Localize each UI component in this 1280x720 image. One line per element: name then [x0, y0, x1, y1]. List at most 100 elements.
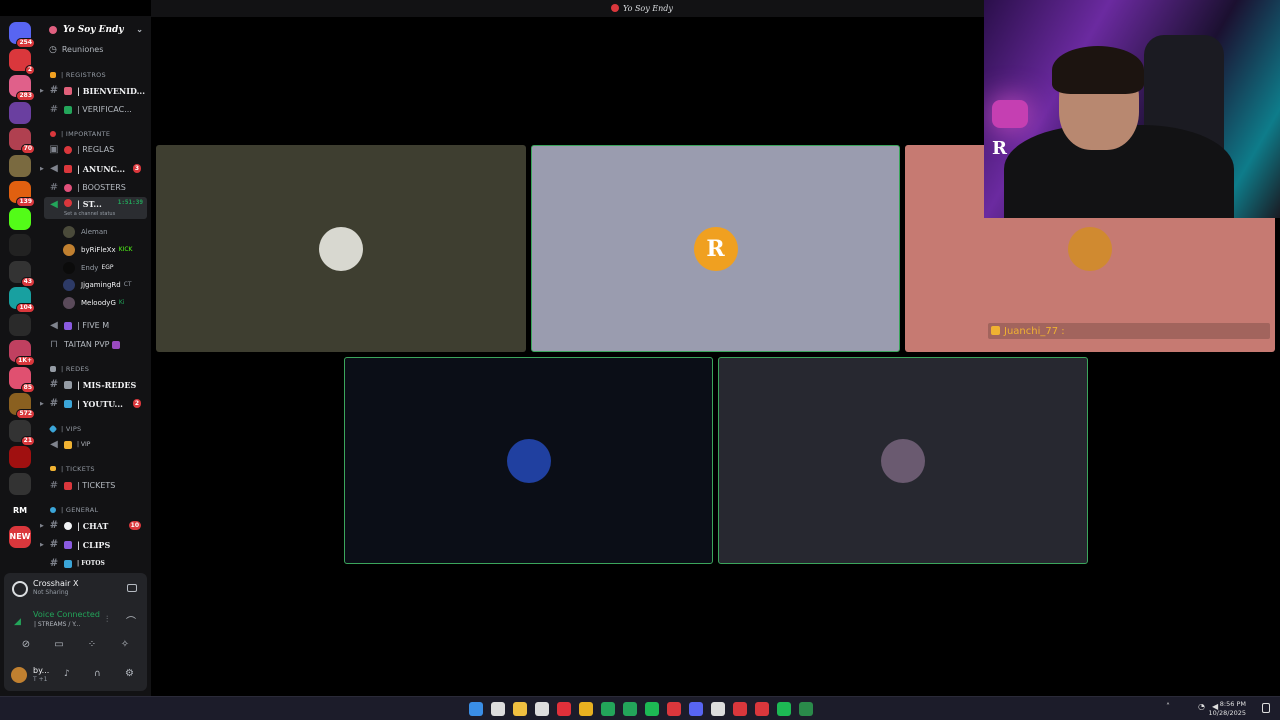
file-explorer-icon[interactable] [513, 702, 527, 716]
avatar [319, 226, 363, 271]
camera-off-button[interactable]: ⊘ [16, 635, 36, 653]
channel-mis-redes[interactable]: # | MIS-REDES [40, 377, 151, 392]
discord-icon[interactable] [689, 702, 703, 716]
wifi-icon[interactable]: ◔ [1198, 702, 1205, 711]
server-avatar-icon[interactable] [9, 234, 31, 256]
category-vips[interactable]: | VIPS [40, 421, 151, 436]
category-registros[interactable]: | REGISTROS [40, 67, 151, 82]
chrome-icon[interactable] [579, 702, 593, 716]
spotify-icon[interactable] [645, 702, 659, 716]
share-screen-icon[interactable] [127, 584, 137, 592]
avatar[interactable] [11, 667, 27, 683]
channel-label: | MIS-REDES [77, 379, 137, 390]
xbox-icon[interactable] [623, 702, 637, 716]
headphones-icon[interactable]: ∩ [94, 669, 101, 679]
voice-status[interactable]: Voice Connected [33, 610, 100, 619]
store-icon[interactable] [535, 702, 549, 716]
channel-bienvenidos[interactable]: ▶ # | BIENVENID... [40, 83, 151, 98]
opera-icon[interactable] [557, 702, 571, 716]
server-avatar-icon[interactable]: 85 [9, 366, 35, 393]
terminal-icon[interactable] [799, 702, 813, 716]
spotify-icon[interactable] [777, 702, 791, 716]
server-avatar-icon[interactable]: 70 [9, 128, 35, 154]
server-avatar-icon[interactable] [9, 313, 31, 336]
events-item[interactable]: ◷ Reuniones [40, 42, 151, 57]
app-icon[interactable] [601, 702, 615, 716]
app-icon[interactable] [711, 702, 725, 716]
channel-fotos[interactable]: # | FOTOS [40, 556, 151, 571]
search-icon[interactable] [491, 702, 505, 716]
server-avatar-icon[interactable] [9, 472, 31, 495]
participant-tile[interactable] [718, 357, 1088, 564]
disconnect-icon[interactable]: ⌒ [126, 613, 136, 628]
channel-clips[interactable]: ▶ # | CLIPS [40, 537, 151, 552]
server-kick-icon[interactable] [9, 207, 31, 230]
channel-status-text[interactable]: Set a channel status [64, 211, 115, 217]
channel-taitan[interactable]: ⊓ TAITAN PVP [40, 337, 151, 352]
server-name: Yo Soy Endy [63, 25, 124, 35]
voice-user[interactable]: Endy EGP [40, 260, 151, 275]
channel-tickets[interactable]: # | TICKETS [40, 478, 151, 493]
gear-icon[interactable]: ⚙ [125, 668, 134, 679]
app-icon[interactable] [667, 702, 681, 716]
channel-verificacion[interactable]: # | VERIFICAC... [40, 102, 151, 117]
voice-user[interactable]: Aleman [40, 224, 151, 239]
voice-user[interactable]: byRiFleXx KICK [40, 242, 151, 257]
participant-tile[interactable]: R [531, 145, 900, 352]
channel-boosters[interactable]: # | BOOSTERS [40, 180, 151, 195]
server-avatar-icon[interactable]: 283 [9, 75, 35, 101]
voice-user[interactable]: JjgamingRd CT [40, 277, 151, 292]
channel-anuncios[interactable]: ▶ ◀ | ANUNC... 3 [40, 161, 151, 176]
server-avatar-icon[interactable] [9, 446, 31, 468]
server-header[interactable]: Yo Soy Endy ⌄ [40, 22, 151, 38]
server-avatar-icon[interactable]: 43 [9, 260, 35, 287]
chevron-down-icon[interactable]: ⌄ [136, 24, 143, 34]
server-avatar-icon[interactable] [9, 101, 31, 124]
server-avatar-icon[interactable]: 104 [9, 287, 35, 313]
app-icon[interactable] [733, 702, 747, 716]
windows-start-icon[interactable] [469, 702, 483, 716]
category-tickets[interactable]: | TICKETS [40, 461, 151, 476]
screen-share-button[interactable]: ▭ [49, 635, 69, 653]
server-avatar-icon[interactable] [9, 154, 31, 177]
app-icon[interactable] [755, 702, 769, 716]
channel-reglas[interactable]: ▣ | REGLAS [40, 142, 151, 157]
crosshair-icon [12, 581, 28, 597]
hash-icon: # [49, 398, 59, 409]
new-badge-icon[interactable]: NEW [9, 525, 31, 548]
server-avatar-icon[interactable]: 21 [9, 419, 35, 446]
channel-emoji-icon [64, 183, 72, 192]
category-general[interactable]: | GENERAL [40, 502, 151, 517]
category-redes[interactable]: | REDES [40, 361, 151, 376]
channel-five-m[interactable]: ◀ | FIVE M [40, 318, 151, 333]
server-avatar-icon[interactable]: 1K+ [9, 340, 35, 366]
noise-suppression-icon[interactable]: ⫶ [106, 615, 108, 625]
chevron-up-icon[interactable]: ˄ [1166, 702, 1170, 711]
server-text-icon[interactable]: RM [9, 499, 31, 521]
voice-user[interactable]: MeloodyG Ki [40, 295, 151, 310]
channel-youtube[interactable]: ▶ # | YOUTU... 2 [40, 396, 151, 411]
channel-label: | VERIFICAC... [77, 105, 132, 114]
microphone-icon[interactable]: ♪ [64, 669, 70, 679]
channel-chat[interactable]: ▶ # | CHAT 10 [40, 518, 151, 533]
server-avatar-icon[interactable]: 572 [9, 393, 35, 419]
participant-tile[interactable] [156, 145, 526, 352]
notifications-icon[interactable] [1262, 703, 1270, 713]
channel-label: | ST... [77, 199, 102, 209]
category-importante[interactable]: | IMPORTANTE [40, 126, 151, 141]
volume-icon[interactable]: ◀ [1212, 702, 1218, 711]
hash-icon: # [49, 104, 59, 115]
channel-label: | FOTOS [77, 560, 105, 567]
server-avatar-icon[interactable]: 139 [9, 181, 35, 207]
participant-tile[interactable] [344, 357, 713, 564]
voice-channel[interactable]: | STREAMS / Y... [34, 621, 80, 628]
server-star-icon[interactable]: 2 [9, 48, 35, 75]
avatar [881, 438, 925, 483]
channel-vip[interactable]: ◀ | VIP [40, 437, 151, 452]
channel-streams[interactable]: ◀ | ST... 1:51:39 Set a channel status [44, 197, 147, 219]
discord-home-icon[interactable]: 254 [9, 22, 35, 48]
activities-button[interactable]: ⁘ [82, 635, 102, 653]
soundboard-button[interactable]: ✧ [115, 635, 135, 653]
voice-user-tag: KICK [118, 246, 133, 253]
voice-user-name: byRiFleXx [81, 245, 116, 254]
